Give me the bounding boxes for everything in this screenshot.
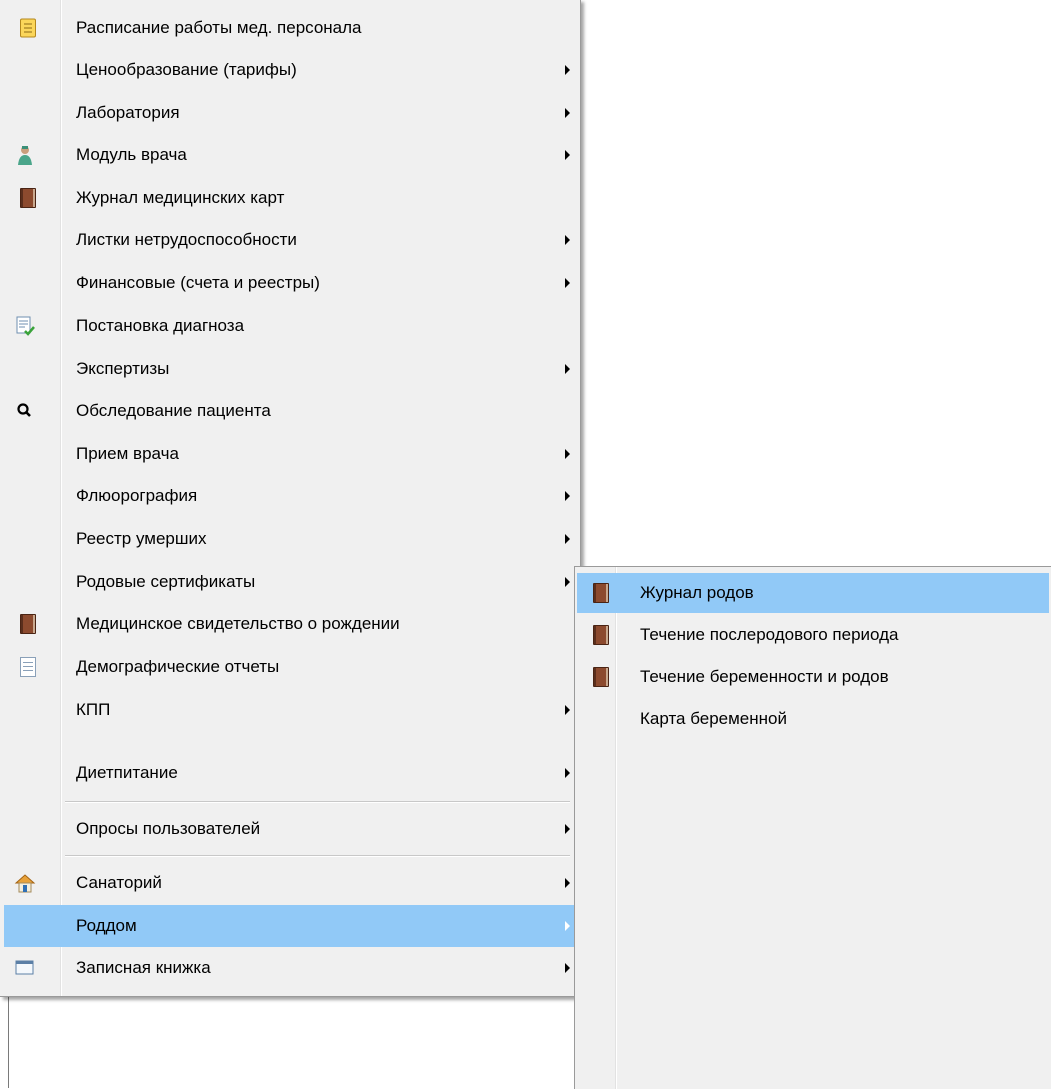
menu-separator: [65, 801, 570, 803]
menu-item-label: Реестр умерших: [76, 529, 207, 548]
menu-item-label: Ценообразование (тарифы): [76, 60, 297, 79]
menu-item-label: Санаторий: [76, 873, 162, 892]
menu-item-fluorography[interactable]: Флюорография: [4, 475, 576, 517]
document-icon: [20, 657, 36, 677]
menu-item-label: Записная книжка: [76, 958, 211, 977]
submenu-arrow-icon: [565, 150, 570, 160]
magnifier-icon: [17, 403, 31, 417]
submenu-item-pregnancy-card[interactable]: Карта беременной: [577, 699, 1049, 739]
submenu-arrow-icon: [565, 449, 570, 459]
menu-item-medical-records-journal[interactable]: Журнал медицинских карт: [4, 177, 576, 219]
submenu-item-pregnancy-course[interactable]: Течение беременности и родов: [577, 657, 1049, 697]
main-context-menu-bottom: Диетпитание Опросы пользователей Санатор…: [0, 752, 581, 997]
menu-item-expertise[interactable]: Экспертизы: [4, 348, 576, 390]
menu-item-doctor-module[interactable]: Модуль врача: [4, 134, 576, 176]
menu-item-kpp[interactable]: КПП: [4, 689, 576, 731]
menu-item-label: Демографические отчеты: [76, 657, 280, 676]
submenu-arrow-icon: [565, 921, 570, 931]
menu-item-label: Течение беременности и родов: [640, 667, 889, 686]
submenu-arrow-icon: [565, 768, 570, 778]
menu-item-label: Журнал родов: [640, 583, 754, 602]
submenu-arrow-icon: [565, 878, 570, 888]
menu-item-finance[interactable]: Финансовые (счета и реестры): [4, 262, 576, 304]
book-icon: [20, 614, 36, 634]
menu-item-label: Диетпитание: [76, 763, 178, 782]
menu-item-sick-leave[interactable]: Листки нетрудоспособности: [4, 219, 576, 261]
menu-item-pricing[interactable]: Ценообразование (тарифы): [4, 49, 576, 91]
menu-item-doctor-appointment[interactable]: Прием врача: [4, 433, 576, 475]
menu-item-label: Обследование пациента: [76, 401, 271, 420]
submenu-arrow-icon: [565, 65, 570, 75]
menu-item-label: Течение послеродового периода: [640, 625, 899, 644]
book-icon: [593, 667, 609, 687]
menu-item-label: Модуль врача: [76, 145, 187, 164]
book-icon: [593, 625, 609, 645]
menu-item-user-surveys[interactable]: Опросы пользователей: [4, 808, 576, 850]
menu-item-patient-examination[interactable]: Обследование пациента: [4, 390, 576, 432]
menu-separator: [65, 855, 570, 857]
submenu-arrow-icon: [565, 705, 570, 715]
notepad-icon: [20, 18, 36, 38]
menu-item-diet[interactable]: Диетпитание: [4, 752, 576, 794]
menu-item-label: Листки нетрудоспособности: [76, 230, 297, 249]
submenu-item-postpartum-course[interactable]: Течение послеродового периода: [577, 615, 1049, 655]
menu-item-sanatorium[interactable]: Санаторий: [4, 862, 576, 904]
menu-item-label: Прием врача: [76, 444, 179, 463]
menu-item-label: Журнал медицинских карт: [76, 188, 285, 207]
menu-item-label: Экспертизы: [76, 359, 170, 378]
submenu-arrow-icon: [565, 235, 570, 245]
house-icon: [14, 874, 36, 893]
menu-item-label: Расписание работы мед. персонала: [76, 18, 362, 37]
submenu-arrow-icon: [565, 824, 570, 834]
submenu-item-birth-journal[interactable]: Журнал родов: [577, 573, 1049, 613]
document-check-icon: [16, 316, 35, 336]
menu-item-label: Финансовые (счета и реестры): [76, 273, 320, 292]
maternity-submenu: Журнал родов Течение послеродового перио…: [574, 566, 1051, 1089]
menu-item-maternity[interactable]: Роддом: [4, 905, 576, 947]
menu-item-birth-certificates[interactable]: Родовые сертификаты: [4, 561, 576, 603]
menu-item-demographic-reports[interactable]: Демографические отчеты: [4, 646, 576, 688]
menu-item-label: Лаборатория: [76, 103, 180, 122]
menu-item-label: Флюорография: [76, 486, 198, 505]
menu-item-diagnosis[interactable]: Постановка диагноза: [4, 305, 576, 347]
menu-item-label: Родовые сертификаты: [76, 572, 256, 591]
main-context-menu-full: Расписание работы мед. персонала Ценообр…: [0, 0, 581, 758]
menu-item-label: Постановка диагноза: [76, 316, 245, 335]
submenu-arrow-icon: [565, 108, 570, 118]
submenu-arrow-icon: [565, 534, 570, 544]
book-icon: [593, 583, 609, 603]
menu-item-death-registry[interactable]: Реестр умерших: [4, 518, 576, 560]
menu-item-label: Медицинское свидетельство о рождении: [76, 614, 400, 633]
menu-item-birth-medical-certificate[interactable]: Медицинское свидетельство о рождении: [4, 603, 576, 645]
menu-item-staff-schedule[interactable]: Расписание работы мед. персонала: [4, 7, 576, 49]
submenu-arrow-icon: [565, 963, 570, 973]
menu-item-laboratory[interactable]: Лаборатория: [4, 92, 576, 134]
submenu-arrow-icon: [565, 577, 570, 587]
submenu-arrow-icon: [565, 278, 570, 288]
doctor-icon: [18, 146, 32, 165]
submenu-arrow-icon: [565, 364, 570, 374]
menu-item-label: КПП: [76, 700, 111, 719]
window-icon: [15, 960, 34, 975]
menu-item-label: Опросы пользователей: [76, 819, 261, 838]
submenu-arrow-icon: [565, 491, 570, 501]
menu-item-notebook[interactable]: Записная книжка: [4, 947, 576, 989]
menu-item-label: Карта беременной: [640, 709, 787, 728]
menu-item-label: Роддом: [76, 916, 137, 935]
book-icon: [20, 188, 36, 208]
